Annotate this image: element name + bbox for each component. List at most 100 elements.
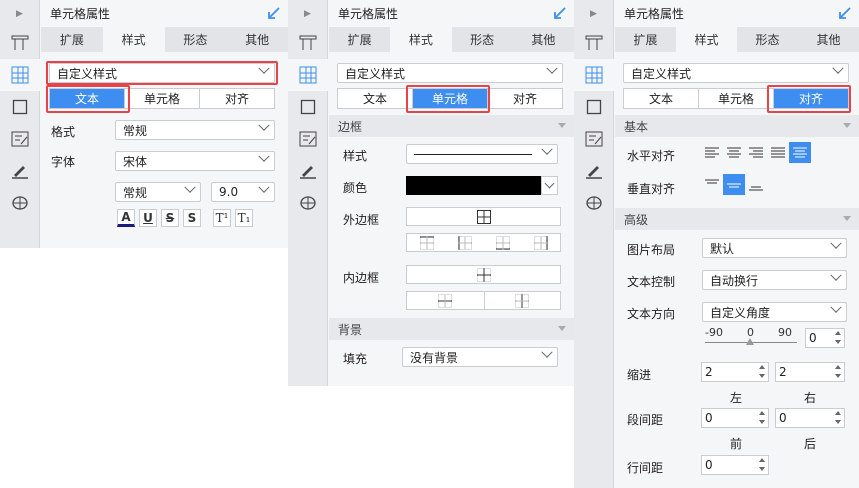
image-layout-select[interactable]: 默认: [702, 237, 847, 258]
widget-icon[interactable]: [0, 123, 40, 155]
text-control-select[interactable]: 自动换行: [702, 269, 847, 290]
pin-arrow-icon[interactable]: [267, 6, 281, 23]
database-icon[interactable]: [288, 187, 328, 219]
underline-button[interactable]: U: [139, 209, 157, 227]
collapse-arrow-icon[interactable]: ▶: [574, 0, 613, 27]
angle-input[interactable]: 0: [805, 328, 845, 348]
seg-align[interactable]: 对齐: [488, 89, 562, 108]
tab-style[interactable]: 样式: [102, 27, 165, 52]
border-style-select[interactable]: [406, 143, 558, 164]
seg-text[interactable]: 文本: [624, 89, 699, 108]
tab-shape[interactable]: 形态: [165, 27, 227, 52]
cell-element-icon[interactable]: [0, 91, 40, 123]
para-after-caption: 后: [804, 437, 817, 451]
angle-value: 0: [809, 331, 817, 345]
h-align-distributed-button[interactable]: [789, 142, 811, 163]
inner-border-all-button[interactable]: [406, 265, 561, 284]
pin-arrow-icon[interactable]: [838, 6, 852, 23]
font-size-select[interactable]: 9.0: [211, 181, 275, 202]
border-section-header[interactable]: 边框: [329, 115, 574, 137]
border-color-swatch[interactable]: [406, 176, 541, 195]
collapse-arrow-icon[interactable]: ▶: [288, 0, 327, 27]
stepper-icon[interactable]: [757, 410, 767, 426]
para-after-input[interactable]: 0: [775, 408, 845, 428]
stepper-icon[interactable]: [833, 330, 843, 346]
inner-vertical-icon[interactable]: [515, 294, 529, 308]
v-align-bottom-button[interactable]: [745, 174, 767, 195]
subscript-button[interactable]: T₁: [235, 209, 253, 227]
template-icon[interactable]: [574, 27, 614, 59]
template-icon[interactable]: [0, 27, 40, 59]
stepper-icon[interactable]: [757, 457, 767, 473]
seg-cell[interactable]: 单元格: [125, 89, 200, 108]
fill-select[interactable]: 没有背景: [402, 346, 558, 367]
chevron-down-icon: [546, 62, 558, 74]
side-toolbar: ▶: [0, 0, 40, 248]
line-spacing-input[interactable]: 0: [701, 455, 769, 475]
tab-style[interactable]: 样式: [390, 27, 452, 52]
format-select[interactable]: 常规: [115, 119, 275, 140]
h-align-left-button[interactable]: [701, 142, 723, 163]
strikethrough-button[interactable]: S: [161, 209, 179, 227]
seg-align[interactable]: 对齐: [200, 89, 274, 108]
border-color-dropdown[interactable]: [541, 176, 558, 195]
stepper-icon[interactable]: [757, 364, 767, 380]
stepper-icon[interactable]: [833, 410, 843, 426]
border-left-icon[interactable]: [458, 236, 472, 250]
tab-extend[interactable]: 扩展: [615, 27, 676, 52]
style-type-select[interactable]: 自定义样式: [623, 62, 849, 83]
edit-pencil-icon[interactable]: [0, 155, 40, 187]
font-style-select[interactable]: 常规: [115, 181, 201, 202]
border-right-icon[interactable]: [534, 236, 548, 250]
tab-other[interactable]: 其他: [226, 27, 288, 52]
advanced-section-header[interactable]: 高级: [615, 208, 859, 230]
outer-border-all-button[interactable]: [406, 207, 561, 226]
border-top-icon[interactable]: [420, 236, 434, 250]
widget-icon[interactable]: [574, 123, 614, 155]
stepper-icon[interactable]: [833, 364, 843, 380]
cell-properties-icon[interactable]: [288, 59, 328, 91]
font-color-button[interactable]: A: [117, 209, 135, 227]
template-icon[interactable]: [288, 27, 328, 59]
widget-icon[interactable]: [288, 123, 328, 155]
tab-other[interactable]: 其他: [798, 27, 859, 52]
style-type-select[interactable]: 自定义样式: [337, 62, 563, 83]
tab-shape[interactable]: 形态: [452, 27, 513, 52]
cell-element-icon[interactable]: [288, 91, 328, 123]
text-direction-select[interactable]: 自定义角度: [702, 301, 847, 322]
inner-horizontal-icon[interactable]: [438, 294, 452, 308]
collapse-arrow-icon[interactable]: ▶: [0, 0, 39, 27]
align-right-icon: [749, 147, 763, 157]
edit-pencil-icon[interactable]: [288, 155, 328, 187]
seg-cell[interactable]: 单元格: [699, 89, 774, 108]
angle-slider-thumb[interactable]: [746, 338, 754, 345]
tab-extend[interactable]: 扩展: [329, 27, 390, 52]
highlight-cell-tab: [406, 85, 490, 113]
shadow-button[interactable]: S: [183, 209, 201, 227]
pin-arrow-icon[interactable]: [553, 6, 567, 23]
edit-pencil-icon[interactable]: [574, 155, 614, 187]
tab-style[interactable]: 样式: [676, 27, 737, 52]
border-bottom-icon[interactable]: [496, 236, 510, 250]
tab-other[interactable]: 其他: [513, 27, 574, 52]
v-align-top-button[interactable]: [701, 174, 723, 195]
para-before-input[interactable]: 0: [701, 408, 769, 428]
cell-properties-icon[interactable]: [0, 59, 40, 91]
h-align-center-button[interactable]: [723, 142, 745, 163]
seg-text[interactable]: 文本: [338, 89, 413, 108]
basic-section-header[interactable]: 基本: [615, 115, 859, 137]
h-align-right-button[interactable]: [745, 142, 767, 163]
tab-extend[interactable]: 扩展: [41, 27, 103, 52]
database-icon[interactable]: [574, 187, 614, 219]
v-align-middle-button[interactable]: [723, 174, 745, 195]
database-icon[interactable]: [0, 187, 40, 219]
superscript-button[interactable]: T¹: [213, 209, 231, 227]
indent-left-input[interactable]: 2: [701, 362, 769, 382]
cell-properties-icon[interactable]: [574, 59, 614, 91]
indent-right-input[interactable]: 2: [775, 362, 845, 382]
tab-shape[interactable]: 形态: [737, 27, 798, 52]
cell-element-icon[interactable]: [574, 91, 614, 123]
font-family-select[interactable]: 宋体: [115, 150, 275, 171]
h-align-justify-button[interactable]: [767, 142, 789, 163]
background-section-header[interactable]: 背景: [329, 318, 574, 340]
